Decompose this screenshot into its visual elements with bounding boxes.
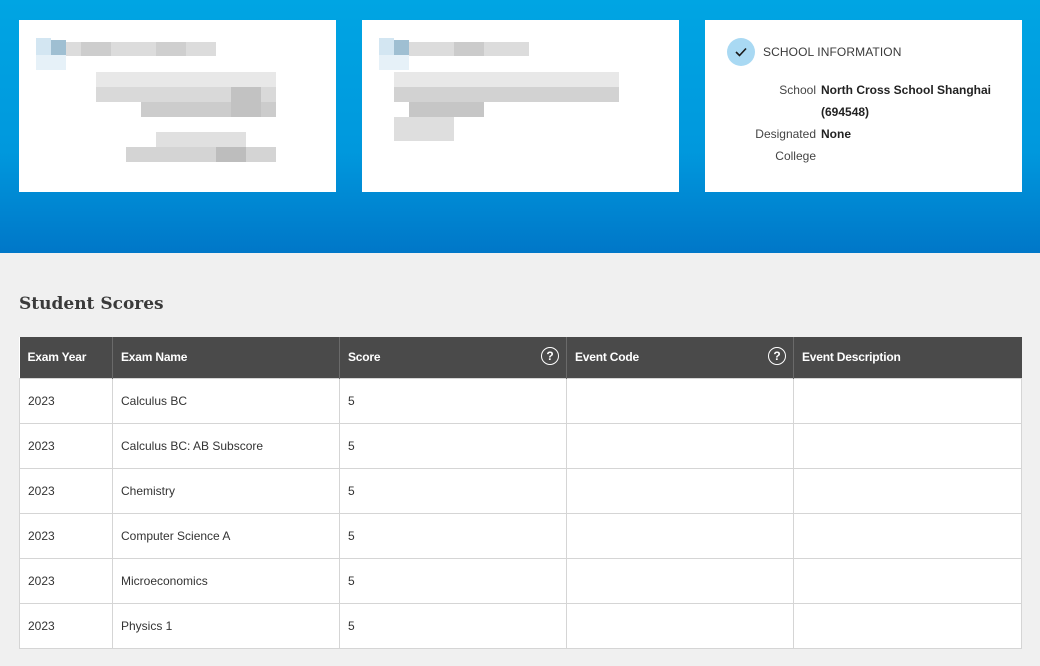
table-row: 2023 Chemistry 5 <box>19 467 1022 514</box>
col-header-label: Score <box>348 350 381 365</box>
school-label: School <box>779 83 816 97</box>
col-header-event-description[interactable]: Event Description <box>793 337 1022 378</box>
cell-event-code <box>566 467 794 514</box>
cell-exam-year: 2023 <box>19 557 113 604</box>
table-row: 2023 Physics 1 5 <box>19 602 1022 649</box>
cell-event-code <box>566 512 794 559</box>
cell-event-description <box>793 512 1022 559</box>
student-scores-table: Exam Year Exam Name Score ? Event Code ?… <box>19 337 1022 649</box>
table-row: 2023 Computer Science A 5 <box>19 512 1022 559</box>
cell-exam-year: 2023 <box>19 377 113 424</box>
school-info-header: SCHOOL INFORMATION <box>727 38 901 66</box>
col-header-exam-year[interactable]: Exam Year <box>19 337 113 378</box>
contact-info-card-redacted <box>362 20 679 192</box>
cell-score: 5 <box>339 602 567 649</box>
col-header-label: Event Code <box>575 350 640 365</box>
cell-exam-name: Microeconomics <box>112 557 340 604</box>
cell-exam-year: 2023 <box>19 467 113 514</box>
cell-exam-name: Calculus BC: AB Subscore <box>112 422 340 469</box>
designated-college-label: Designated College <box>755 127 816 163</box>
checkmark-icon <box>727 38 755 66</box>
cell-score: 5 <box>339 422 567 469</box>
cell-score: 5 <box>339 557 567 604</box>
cell-score: 5 <box>339 512 567 559</box>
score-help-icon[interactable]: ? <box>541 347 559 365</box>
col-header-score[interactable]: Score ? <box>339 337 567 378</box>
event-code-help-icon[interactable]: ? <box>768 347 786 365</box>
cell-event-description <box>793 422 1022 469</box>
table-row: 2023 Calculus BC: AB Subscore 5 <box>19 422 1022 469</box>
student-info-card-redacted <box>19 20 336 192</box>
hero-banner: SCHOOL INFORMATION School North Cross Sc… <box>0 0 1040 253</box>
cell-event-description <box>793 602 1022 649</box>
school-value: North Cross School Shanghai (694548) <box>821 83 992 119</box>
col-header-label: Exam Name <box>121 350 188 365</box>
table-header-row: Exam Year Exam Name Score ? Event Code ?… <box>19 337 1022 378</box>
school-information-card: SCHOOL INFORMATION School North Cross Sc… <box>705 20 1022 192</box>
cell-event-description <box>793 467 1022 514</box>
cell-exam-name: Chemistry <box>112 467 340 514</box>
cell-event-code <box>566 377 794 424</box>
student-scores-heading: Student Scores <box>19 294 164 314</box>
cell-exam-name: Computer Science A <box>112 512 340 559</box>
cell-event-code <box>566 422 794 469</box>
cell-event-code <box>566 602 794 649</box>
cell-score: 5 <box>339 377 567 424</box>
col-header-event-code[interactable]: Event Code ? <box>566 337 794 378</box>
cell-score: 5 <box>339 467 567 514</box>
cell-exam-name: Physics 1 <box>112 602 340 649</box>
table-row: 2023 Calculus BC 5 <box>19 377 1022 424</box>
cell-event-description <box>793 377 1022 424</box>
cell-exam-year: 2023 <box>19 512 113 559</box>
col-header-label: Exam Year <box>27 350 87 365</box>
cell-exam-year: 2023 <box>19 422 113 469</box>
cell-event-code <box>566 557 794 604</box>
cell-event-description <box>793 557 1022 604</box>
designated-college-value: None <box>821 127 851 141</box>
school-info-title: SCHOOL INFORMATION <box>763 45 902 59</box>
cell-exam-name: Calculus BC <box>112 377 340 424</box>
table-row: 2023 Microeconomics 5 <box>19 557 1022 604</box>
col-header-label: Event Description <box>802 350 901 365</box>
cell-exam-year: 2023 <box>19 602 113 649</box>
col-header-exam-name[interactable]: Exam Name <box>112 337 340 378</box>
